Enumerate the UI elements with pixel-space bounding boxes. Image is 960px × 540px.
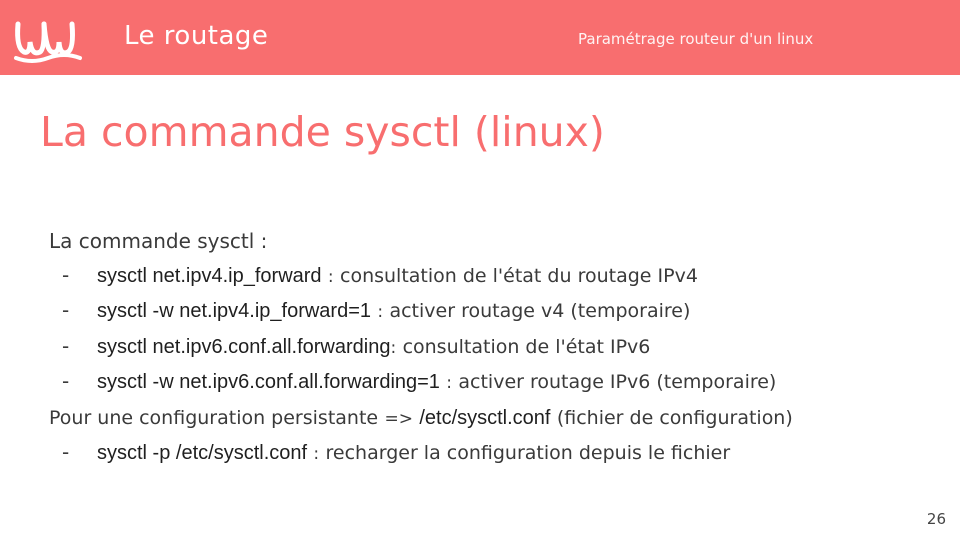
command-text: sysctl net.ipv6.conf.all.forwarding bbox=[97, 335, 391, 358]
description-text: activer routage v4 (temporaire) bbox=[389, 300, 691, 322]
bullet-item: - sysctl net.ipv6.conf.all.forwarding: co… bbox=[49, 330, 939, 366]
persist-line: Pour une configuration persistante => /e… bbox=[49, 401, 939, 437]
command-text: sysctl -w net.ipv6.conf.all.forwarding=1 bbox=[97, 371, 440, 393]
separator: : bbox=[377, 302, 384, 322]
separator: : bbox=[313, 444, 320, 464]
bullet-dash: - bbox=[62, 440, 70, 464]
section-title: Le routage bbox=[124, 21, 269, 51]
bullet-item: - sysctl -w net.ipv6.conf.all.forwarding=… bbox=[49, 365, 939, 401]
slide-content: La commande sysctl : - sysctl net.ipv4.ip… bbox=[49, 225, 939, 472]
bullet-dash: - bbox=[62, 262, 70, 287]
description-text: recharger la configuration depuis le fic… bbox=[325, 442, 731, 464]
slide-title: La commande sysctl (linux) bbox=[40, 108, 605, 156]
bullet-dash: - bbox=[62, 333, 70, 358]
command-text: sysctl -p /etc/sysctl.conf bbox=[97, 442, 308, 464]
bullet-item: - sysctl net.ipv4.ip_forward : consultati… bbox=[49, 259, 939, 295]
page-number: 26 bbox=[926, 510, 946, 528]
wave-logo-icon bbox=[14, 21, 82, 63]
separator: : bbox=[390, 337, 397, 358]
separator: : bbox=[327, 266, 334, 287]
config-file-path: /etc/sysctl.conf bbox=[419, 406, 551, 429]
separator: : bbox=[446, 373, 453, 393]
bullet-item: - sysctl -p /etc/sysctl.conf : recharger … bbox=[49, 436, 939, 472]
bullet-dash: - bbox=[62, 369, 70, 393]
intro-line: La commande sysctl : bbox=[49, 229, 268, 253]
persist-prefix: Pour une configuration persistante bbox=[49, 406, 379, 429]
command-text: sysctl -w net.ipv4.ip_forward=1 bbox=[97, 300, 372, 322]
arrow-text: => bbox=[384, 408, 413, 429]
section-subtitle: Paramétrage routeur d'un linux bbox=[578, 30, 814, 48]
persist-suffix: (fichier de configuration) bbox=[556, 406, 793, 429]
description-text: activer routage IPv6 (temporaire) bbox=[458, 371, 777, 393]
description-text: consultation de l'état IPv6 bbox=[402, 335, 651, 358]
header-bar: Le routage Paramétrage routeur d'un linu… bbox=[0, 0, 960, 75]
bullet-dash: - bbox=[62, 298, 70, 322]
command-text: sysctl net.ipv4.ip_forward bbox=[97, 264, 322, 287]
bullet-item: - sysctl -w net.ipv4.ip_forward=1 : activ… bbox=[49, 294, 939, 330]
description-text: consultation de l'état du routage IPv4 bbox=[340, 264, 698, 287]
